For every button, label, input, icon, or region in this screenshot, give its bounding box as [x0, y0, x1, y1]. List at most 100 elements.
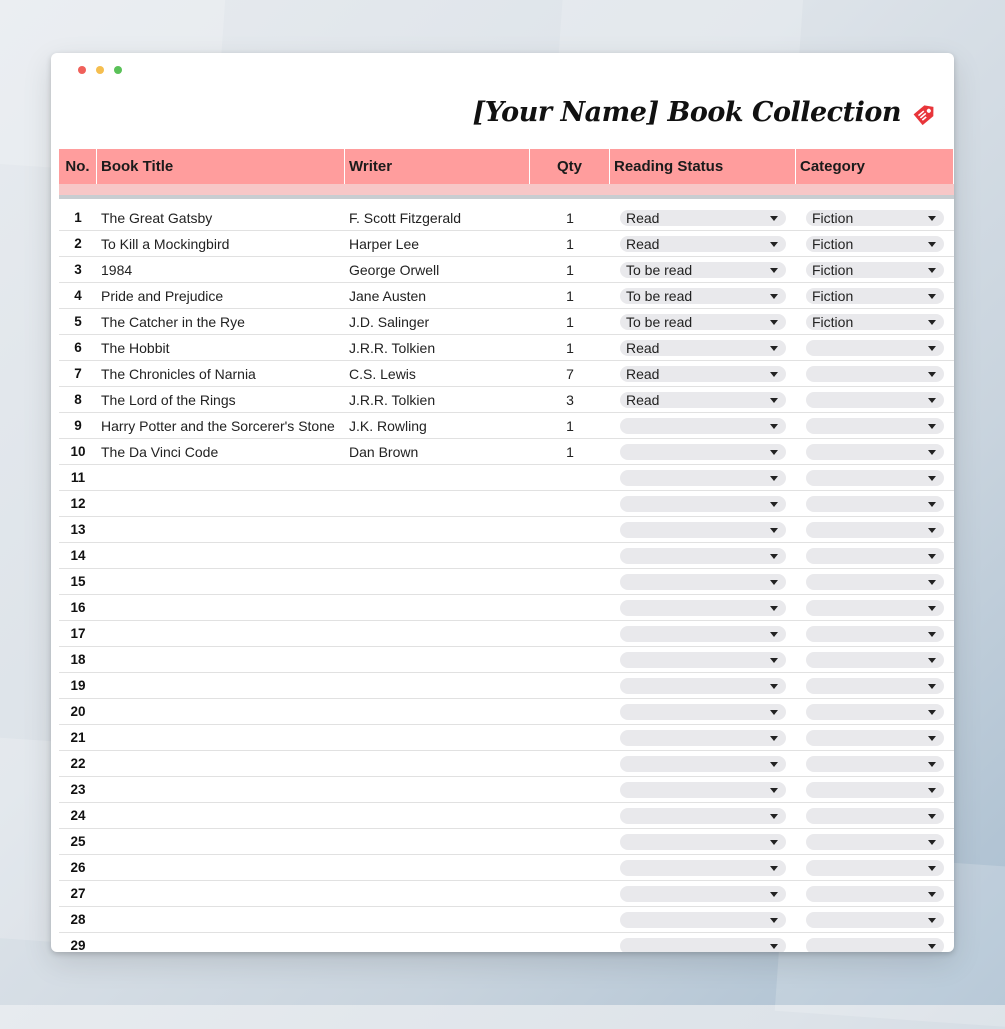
- row-number[interactable]: 4: [59, 288, 97, 303]
- reading-status-dropdown[interactable]: Read: [620, 209, 786, 226]
- reading-status-dropdown[interactable]: Read: [620, 391, 786, 408]
- book-title-cell[interactable]: The Catcher in the Rye: [97, 314, 345, 330]
- reading-status-dropdown[interactable]: To be read: [620, 261, 786, 278]
- writer-cell[interactable]: J.D. Salinger: [345, 314, 530, 330]
- reading-status-dropdown[interactable]: [620, 573, 786, 590]
- category-dropdown[interactable]: [806, 417, 944, 434]
- reading-status-dropdown[interactable]: [620, 677, 786, 694]
- close-dot[interactable]: [78, 66, 86, 74]
- reading-status-dropdown[interactable]: [620, 937, 786, 952]
- reading-status-dropdown[interactable]: [620, 859, 786, 876]
- category-dropdown[interactable]: [806, 547, 944, 564]
- row-number[interactable]: 5: [59, 314, 97, 329]
- qty-cell[interactable]: 3: [530, 392, 610, 408]
- category-dropdown[interactable]: [806, 937, 944, 952]
- category-dropdown[interactable]: [806, 599, 944, 616]
- reading-status-dropdown[interactable]: [620, 703, 786, 720]
- row-number[interactable]: 14: [59, 548, 97, 563]
- row-number[interactable]: 15: [59, 574, 97, 589]
- row-number[interactable]: 28: [59, 912, 97, 927]
- qty-cell[interactable]: 1: [530, 262, 610, 278]
- reading-status-dropdown[interactable]: [620, 807, 786, 824]
- writer-cell[interactable]: Jane Austen: [345, 288, 530, 304]
- book-title-cell[interactable]: Pride and Prejudice: [97, 288, 345, 304]
- reading-status-dropdown[interactable]: Read: [620, 365, 786, 382]
- reading-status-dropdown[interactable]: [620, 755, 786, 772]
- qty-cell[interactable]: 1: [530, 418, 610, 434]
- row-number[interactable]: 29: [59, 938, 97, 952]
- row-number[interactable]: 27: [59, 886, 97, 901]
- row-number[interactable]: 17: [59, 626, 97, 641]
- category-dropdown[interactable]: [806, 885, 944, 902]
- category-dropdown[interactable]: [806, 443, 944, 460]
- row-number[interactable]: 12: [59, 496, 97, 511]
- row-number[interactable]: 7: [59, 366, 97, 381]
- qty-cell[interactable]: 1: [530, 210, 610, 226]
- writer-cell[interactable]: George Orwell: [345, 262, 530, 278]
- reading-status-dropdown[interactable]: [620, 599, 786, 616]
- category-dropdown[interactable]: [806, 781, 944, 798]
- category-dropdown[interactable]: [806, 625, 944, 642]
- writer-cell[interactable]: F. Scott Fitzgerald: [345, 210, 530, 226]
- qty-cell[interactable]: 1: [530, 314, 610, 330]
- book-title-cell[interactable]: The Chronicles of Narnia: [97, 366, 345, 382]
- writer-cell[interactable]: J.K. Rowling: [345, 418, 530, 434]
- reading-status-dropdown[interactable]: [620, 547, 786, 564]
- category-dropdown[interactable]: Fiction: [806, 209, 944, 226]
- minimize-dot[interactable]: [96, 66, 104, 74]
- row-number[interactable]: 21: [59, 730, 97, 745]
- qty-cell[interactable]: 1: [530, 288, 610, 304]
- qty-cell[interactable]: 1: [530, 340, 610, 356]
- row-number[interactable]: 19: [59, 678, 97, 693]
- row-number[interactable]: 8: [59, 392, 97, 407]
- reading-status-dropdown[interactable]: [620, 469, 786, 486]
- book-title-cell[interactable]: 1984: [97, 262, 345, 278]
- category-dropdown[interactable]: [806, 339, 944, 356]
- category-dropdown[interactable]: [806, 729, 944, 746]
- book-title-cell[interactable]: The Hobbit: [97, 340, 345, 356]
- category-dropdown[interactable]: [806, 651, 944, 668]
- reading-status-dropdown[interactable]: Read: [620, 235, 786, 252]
- writer-cell[interactable]: C.S. Lewis: [345, 366, 530, 382]
- row-number[interactable]: 1: [59, 210, 97, 225]
- reading-status-dropdown[interactable]: To be read: [620, 287, 786, 304]
- category-dropdown[interactable]: [806, 495, 944, 512]
- row-number[interactable]: 18: [59, 652, 97, 667]
- qty-cell[interactable]: 1: [530, 444, 610, 460]
- category-dropdown[interactable]: [806, 573, 944, 590]
- reading-status-dropdown[interactable]: [620, 521, 786, 538]
- row-number[interactable]: 24: [59, 808, 97, 823]
- row-number[interactable]: 6: [59, 340, 97, 355]
- category-dropdown[interactable]: [806, 521, 944, 538]
- book-title-cell[interactable]: To Kill a Mockingbird: [97, 236, 345, 252]
- reading-status-dropdown[interactable]: Read: [620, 339, 786, 356]
- reading-status-dropdown[interactable]: [620, 417, 786, 434]
- writer-cell[interactable]: J.R.R. Tolkien: [345, 392, 530, 408]
- book-title-cell[interactable]: The Lord of the Rings: [97, 392, 345, 408]
- writer-cell[interactable]: Dan Brown: [345, 444, 530, 460]
- reading-status-dropdown[interactable]: [620, 885, 786, 902]
- row-number[interactable]: 9: [59, 418, 97, 433]
- reading-status-dropdown[interactable]: [620, 781, 786, 798]
- category-dropdown[interactable]: [806, 469, 944, 486]
- row-number[interactable]: 26: [59, 860, 97, 875]
- book-title-cell[interactable]: Harry Potter and the Sorcerer's Stone: [97, 418, 345, 434]
- writer-cell[interactable]: Harper Lee: [345, 236, 530, 252]
- maximize-dot[interactable]: [114, 66, 122, 74]
- book-title-cell[interactable]: The Da Vinci Code: [97, 444, 345, 460]
- category-dropdown[interactable]: [806, 807, 944, 824]
- category-dropdown[interactable]: Fiction: [806, 313, 944, 330]
- category-dropdown[interactable]: [806, 833, 944, 850]
- row-number[interactable]: 20: [59, 704, 97, 719]
- reading-status-dropdown[interactable]: [620, 729, 786, 746]
- category-dropdown[interactable]: [806, 391, 944, 408]
- reading-status-dropdown[interactable]: To be read: [620, 313, 786, 330]
- book-title-cell[interactable]: The Great Gatsby: [97, 210, 345, 226]
- category-dropdown[interactable]: [806, 677, 944, 694]
- reading-status-dropdown[interactable]: [620, 625, 786, 642]
- reading-status-dropdown[interactable]: [620, 833, 786, 850]
- writer-cell[interactable]: J.R.R. Tolkien: [345, 340, 530, 356]
- row-number[interactable]: 22: [59, 756, 97, 771]
- row-number[interactable]: 16: [59, 600, 97, 615]
- reading-status-dropdown[interactable]: [620, 651, 786, 668]
